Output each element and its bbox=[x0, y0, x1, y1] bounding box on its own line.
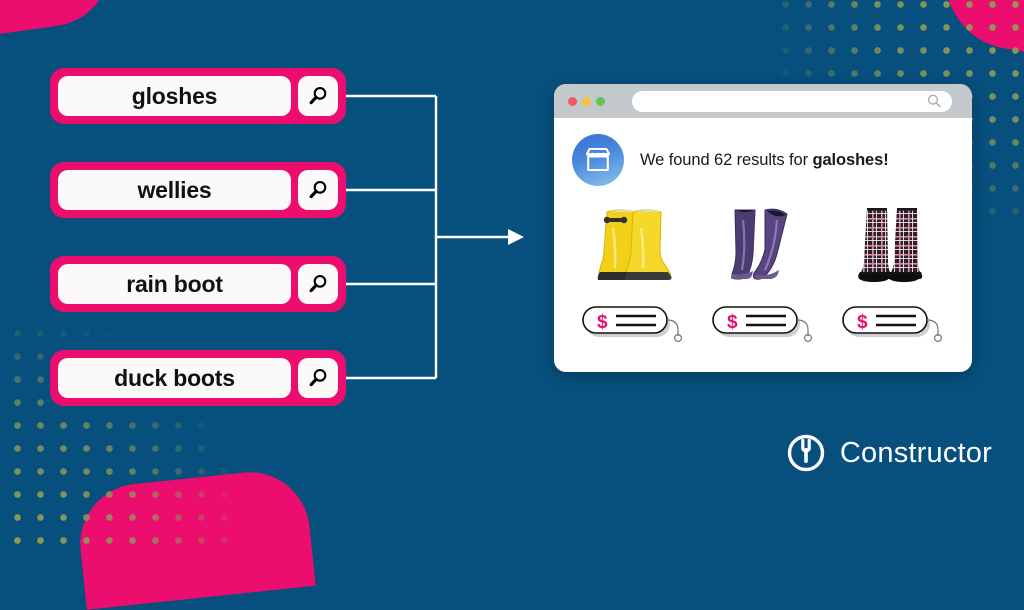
browser-content: We found 62 results for galoshes! $ $ $ bbox=[554, 118, 972, 349]
results-text: We found 62 results for galoshes! bbox=[640, 151, 889, 170]
pink-corner-top-right bbox=[934, 0, 1024, 63]
search-icon bbox=[309, 181, 327, 199]
storefront-icon bbox=[572, 134, 624, 186]
price-tag-1: $ bbox=[580, 302, 686, 349]
search-input-4[interactable]: duck boots bbox=[58, 358, 291, 398]
search-input-2[interactable]: wellies bbox=[58, 170, 291, 210]
results-prefix: We found 62 results for bbox=[640, 150, 813, 169]
query-pill-3[interactable]: rain boot bbox=[50, 256, 346, 312]
price-tag-2: $ bbox=[710, 302, 816, 349]
minimize-window-dot[interactable] bbox=[582, 96, 591, 106]
connector-bracket bbox=[346, 94, 524, 380]
pink-corner-bottom-left bbox=[74, 466, 316, 610]
dollar-sign-icon: $ bbox=[597, 312, 608, 333]
yellow-rain-boots-image bbox=[583, 198, 683, 290]
purple-rain-boots-image bbox=[713, 198, 813, 290]
search-input-1[interactable]: gloshes bbox=[58, 76, 291, 116]
search-icon bbox=[309, 87, 327, 105]
constructor-logo: Constructor bbox=[785, 432, 992, 474]
arrow-head-icon bbox=[508, 229, 524, 245]
search-icon bbox=[309, 369, 327, 387]
product-card-3[interactable]: $ bbox=[834, 198, 952, 349]
browser-search-input[interactable] bbox=[632, 90, 952, 112]
query-text-3: rain boot bbox=[126, 270, 223, 297]
query-pill-2[interactable]: wellies bbox=[50, 162, 346, 218]
dollar-sign-icon: $ bbox=[857, 312, 868, 333]
search-button-4[interactable] bbox=[298, 358, 338, 398]
query-text-4: duck boots bbox=[114, 364, 235, 391]
dollar-sign-icon: $ bbox=[727, 312, 738, 333]
maximize-window-dot[interactable] bbox=[596, 96, 605, 106]
constructor-wordmark: Constructor bbox=[839, 436, 992, 469]
query-list: gloshes wellies rain boot duck boots bbox=[50, 68, 346, 444]
product-grid: $ $ $ bbox=[554, 198, 972, 349]
query-pill-1[interactable]: gloshes bbox=[50, 68, 346, 124]
product-card-2[interactable]: $ bbox=[704, 198, 822, 349]
browser-titlebar bbox=[554, 84, 972, 118]
constructor-mark-icon bbox=[787, 434, 825, 472]
close-window-dot[interactable] bbox=[568, 96, 577, 106]
query-text-2: wellies bbox=[137, 176, 212, 203]
search-button-1[interactable] bbox=[298, 76, 338, 116]
query-pill-4[interactable]: duck boots bbox=[50, 350, 346, 406]
pink-corner-top-left bbox=[0, 0, 118, 50]
search-button-3[interactable] bbox=[298, 264, 338, 304]
browser-window: We found 62 results for galoshes! $ $ $ bbox=[554, 84, 972, 372]
product-card-1[interactable]: $ bbox=[574, 198, 692, 349]
price-tag-3: $ bbox=[840, 302, 946, 349]
results-header: We found 62 results for galoshes! bbox=[554, 128, 972, 186]
search-input-3[interactable]: rain boot bbox=[58, 264, 291, 304]
plaid-rain-boots-image bbox=[843, 198, 943, 290]
search-button-2[interactable] bbox=[298, 170, 338, 210]
query-text-1: gloshes bbox=[131, 82, 218, 109]
search-icon bbox=[309, 275, 327, 293]
search-icon bbox=[927, 94, 941, 108]
results-term: galoshes! bbox=[812, 150, 889, 169]
